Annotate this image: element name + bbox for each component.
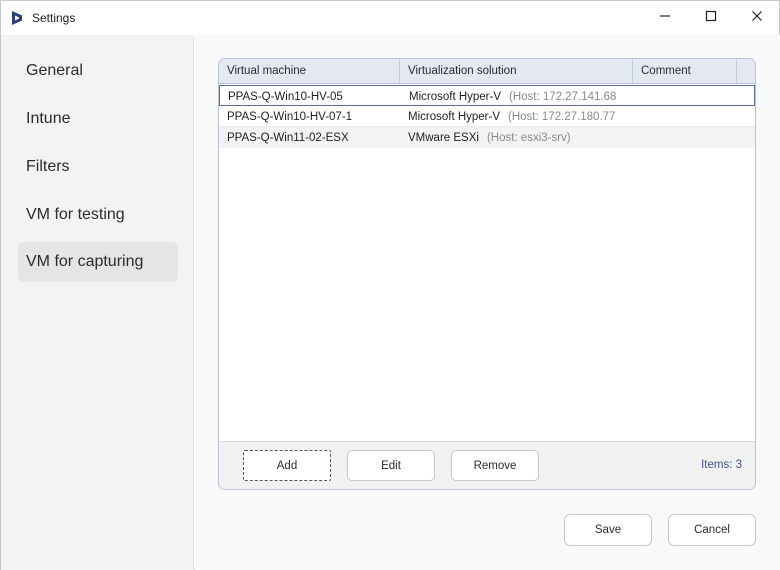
sidebar-item-label: General (26, 62, 83, 79)
column-header-virtual-machine[interactable]: Virtual machine (219, 59, 400, 83)
host-text: (Host: 172.27.141.68 (509, 90, 617, 103)
window-title: Settings (32, 11, 76, 25)
edit-button[interactable]: Edit (347, 450, 435, 481)
host-text: (Host: 172.27.180.77 (508, 110, 616, 123)
sidebar-item-vm-for-testing[interactable]: VM for testing (18, 195, 178, 235)
grid-header: Virtual machine Virtualization solution … (219, 59, 755, 84)
table-row[interactable]: PPAS-Q-Win11-02-ESX VMware ESXi (Host: e… (219, 127, 755, 148)
settings-window: Settings General Intune Filters VM for t… (0, 0, 780, 570)
solution-text: Microsoft Hyper-V (409, 90, 502, 103)
column-header-virtualization-solution[interactable]: Virtualization solution (400, 59, 633, 83)
items-count: Items: 3 (701, 459, 742, 471)
maximize-button[interactable] (688, 1, 734, 35)
column-header-label: Comment (641, 65, 691, 77)
settings-sidebar: General Intune Filters VM for testing VM… (1, 35, 194, 570)
grid-toolbar: Add Edit Remove Items: 3 (219, 441, 755, 489)
title-bar[interactable]: Settings (1, 1, 779, 35)
column-header-label: Virtual machine (227, 65, 307, 77)
table-row[interactable]: PPAS-Q-Win10-HV-07-1 Microsoft Hyper-V (… (219, 106, 755, 127)
column-header-comment[interactable]: Comment (633, 59, 737, 83)
sidebar-item-filters[interactable]: Filters (18, 147, 178, 187)
close-icon (751, 9, 763, 27)
sidebar-item-general[interactable]: General (18, 51, 178, 91)
sidebar-item-vm-for-capturing[interactable]: VM for capturing (18, 242, 178, 282)
vm-name-cell: PPAS-Q-Win10-HV-05 (228, 90, 343, 103)
sidebar-item-label: Filters (26, 158, 70, 175)
minimize-button[interactable] (642, 1, 688, 35)
sidebar-item-label: VM for capturing (26, 253, 144, 270)
close-button[interactable] (734, 1, 780, 35)
maximize-icon (705, 9, 717, 27)
host-text: (Host: esxi3-srv) (486, 131, 571, 144)
virtualization-cell: Microsoft Hyper-V (Host: 172.27.180.77 (400, 106, 755, 127)
column-header-label: Virtualization solution (408, 65, 517, 77)
vm-name-cell: PPAS-Q-Win11-02-ESX (227, 131, 349, 144)
vm-grid-panel: Virtual machine Virtualization solution … (218, 58, 756, 490)
virtualization-cell: VMware ESXi (Host: esxi3-srv) (400, 127, 755, 148)
solution-text: VMware ESXi (408, 131, 479, 144)
remove-button[interactable]: Remove (451, 450, 539, 481)
sidebar-item-intune[interactable]: Intune (18, 99, 178, 139)
solution-text: Microsoft Hyper-V (408, 110, 501, 123)
vm-name-cell: PPAS-Q-Win10-HV-07-1 (227, 110, 353, 123)
settings-content: Virtual machine Virtualization solution … (195, 35, 780, 570)
save-button[interactable]: Save (564, 514, 652, 546)
add-button[interactable]: Add (243, 450, 331, 481)
sidebar-item-label: Intune (26, 110, 71, 127)
sidebar-item-label: VM for testing (26, 206, 125, 223)
logo-icon (10, 10, 24, 26)
virtualization-cell: Microsoft Hyper-V (Host: 172.27.141.68 (401, 86, 755, 107)
minimize-icon (659, 9, 671, 27)
table-row[interactable]: PPAS-Q-Win10-HV-05 Microsoft Hyper-V (Ho… (219, 85, 755, 106)
cancel-button[interactable]: Cancel (668, 514, 756, 546)
